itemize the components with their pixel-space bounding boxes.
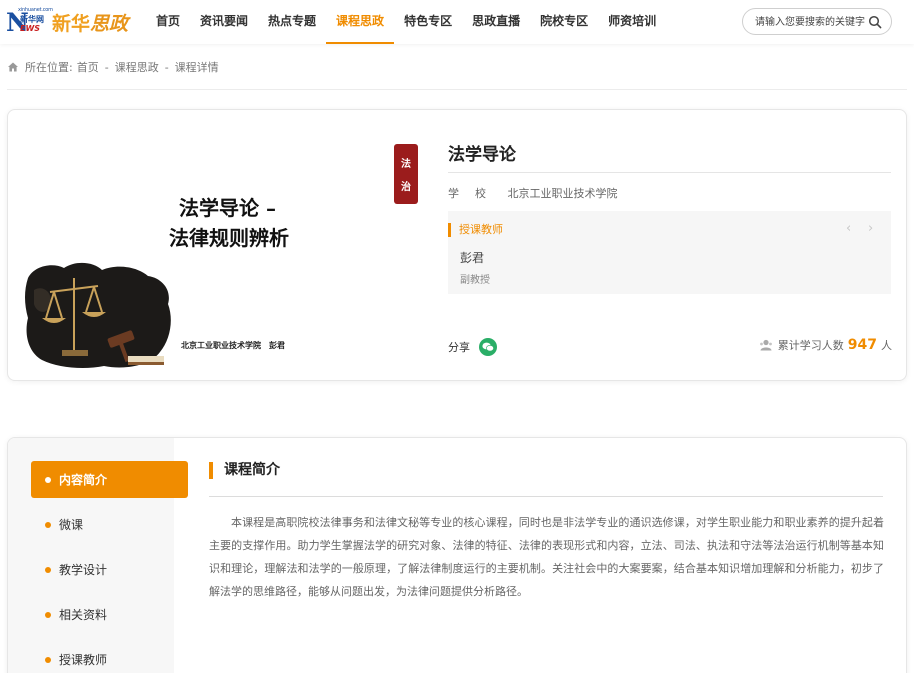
wechat-icon [482,342,494,352]
menu-item-teachers[interactable]: 授课教师 [31,641,188,673]
menu-item-materials[interactable]: 相关资料 [31,596,188,633]
cover-caption: 北京工业职业技术学院 彭君 [181,341,285,350]
site-logo[interactable]: N xinhuanet.com 新华网 EWS 新华思政 [6,7,130,37]
justice-scale-illustration [25,262,171,368]
school-name: 北京工业职业技术学院 [507,187,618,200]
learner-unit: 人 [881,339,892,352]
breadcrumb-separator: - [164,60,169,74]
divider [7,89,907,90]
bullet-icon [45,611,51,618]
course-card: 法 治 法学导论 – 法律规则辨析 北京工业职业技术学院 彭君 法学导论 学校 … [7,109,907,381]
logo-tiny-text: xinhuanet.com [18,7,53,13]
learner-label: 累计学习人数 [777,339,844,352]
divider [209,496,883,497]
share-row: 分享 [448,338,497,356]
nav-live[interactable]: 思政直播 [462,0,530,44]
nav-college-zone[interactable]: 院校专区 [530,0,598,44]
users-icon [759,339,772,351]
teacher-heading: 授课教师 [448,223,503,237]
nav-featured-zone[interactable]: 特色专区 [394,0,462,44]
chevron-left-icon[interactable]: ‹ [846,222,851,236]
learner-number: 947 [847,337,877,353]
course-title: 法学导论 [448,145,516,165]
home-icon [8,62,18,72]
share-label: 分享 [448,341,470,354]
nav-teacher-training[interactable]: 师资培训 [598,0,666,44]
nav-news[interactable]: 资讯要闻 [190,0,258,44]
search-box [742,8,892,35]
breadcrumb: 所在位置: 首页 - 课程思政 - 课程详情 [7,59,219,75]
breadcrumb-label: 所在位置: [25,61,73,74]
wechat-share-button[interactable] [479,338,497,356]
xinhua-news-logo: N xinhuanet.com 新华网 EWS [6,7,53,37]
course-description: 本课程是高职院校法律事务和法律文秘等专业的核心课程，同时也是非法学专业的通识选修… [209,516,884,598]
breadcrumb-home[interactable]: 首页 [77,59,99,75]
logo-brand-text: 新华思政 [52,13,129,35]
seal-stamp: 法 治 [394,144,418,204]
school-label: 学校 [448,187,502,200]
nav-hot-topics[interactable]: 热点专题 [258,0,326,44]
logo-ews: EWS [20,24,41,33]
cover-title-line2: 法律规则辨析 [169,226,289,250]
teacher-name[interactable]: 彭君 [460,249,484,266]
nav-course-ideology[interactable]: 课程思政 [326,0,395,44]
search-icon[interactable] [868,15,882,29]
bullet-icon [45,476,51,483]
course-info: 法学导论 学校 北京工业职业技术学院 授课教师 ‹ › 彭君 副教授 分享 累计… [448,110,892,382]
chevron-right-icon[interactable]: › [868,222,873,236]
school-row: 学校 北京工业职业技术学院 [448,185,618,201]
teacher-panel: 授课教师 ‹ › 彭君 副教授 [448,211,891,294]
menu-item-teaching-design[interactable]: 教学设计 [31,551,188,588]
section-title: 课程简介 [209,462,280,479]
bullet-icon [45,656,51,663]
cover-title-line1: 法学导论 – [179,196,276,220]
bullet-icon [45,521,51,528]
bullet-icon [45,566,51,573]
learner-count: 累计学习人数 947 人 [759,337,892,353]
teacher-rank: 副教授 [460,275,490,286]
menu-item-intro[interactable]: 内容简介 [31,461,188,498]
search-input[interactable] [755,14,867,30]
divider [448,172,891,173]
side-menu: 内容简介 微课 教学设计 相关资料 授课教师 [8,438,188,673]
main-nav: 首页 资讯要闻 热点专题 课程思政 特色专区 思政直播 院校专区 师资培训 [146,0,666,44]
menu-item-micro-lesson[interactable]: 微课 [31,506,188,543]
course-detail-card: 内容简介 微课 教学设计 相关资料 授课教师 课程简介 本课程是高职院校法律事务… [7,437,907,673]
course-cover[interactable]: 法 治 法学导论 – 法律规则辨析 北京工业职业技术学院 彭君 [24,130,429,370]
nav-home[interactable]: 首页 [146,0,190,44]
site-header: N xinhuanet.com 新华网 EWS 新华思政 首页 资讯要闻 热点专… [0,0,914,44]
breadcrumb-course-ideology[interactable]: 课程思政 [115,59,159,75]
breadcrumb-separator: - [104,60,109,74]
breadcrumb-current: 课程详情 [174,61,219,74]
